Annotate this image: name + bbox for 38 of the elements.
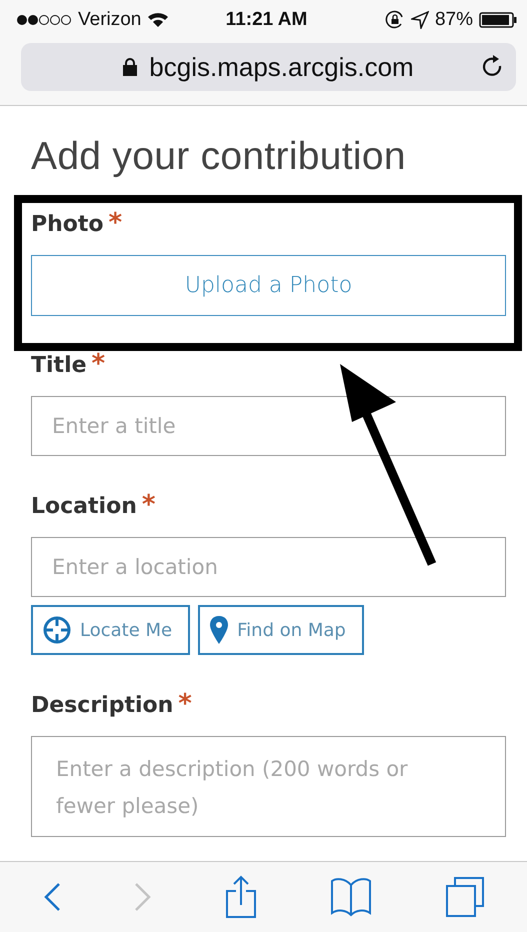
back-button[interactable] xyxy=(42,882,60,912)
required-mark: * xyxy=(92,349,106,379)
input-field[interactable]: Enter a title xyxy=(31,396,506,456)
book-icon xyxy=(330,877,372,917)
required-mark: * xyxy=(178,689,192,719)
tabs-icon xyxy=(444,876,484,918)
map-pin-icon xyxy=(209,615,230,645)
tabs-button[interactable] xyxy=(444,876,484,918)
forward-icon xyxy=(134,882,152,912)
lock-icon xyxy=(123,58,138,76)
location-arrow-icon xyxy=(410,11,429,29)
carrier-name: Verizon xyxy=(78,9,142,31)
share-icon xyxy=(224,875,256,919)
upload-photo-button[interactable]: Upload a Photo xyxy=(31,255,506,316)
battery-percent: 87% xyxy=(434,9,474,31)
bookmarks-button[interactable] xyxy=(330,877,372,917)
signal-icon xyxy=(16,14,72,26)
required-mark: * xyxy=(142,490,156,520)
battery-icon xyxy=(479,12,518,28)
back-icon xyxy=(42,882,60,912)
crosshair-icon xyxy=(42,615,72,645)
page-heading: Add your contribution xyxy=(31,135,407,179)
input-field[interactable]: Enter a location xyxy=(31,537,506,597)
find-on-map-button[interactable]: Find on Map xyxy=(198,605,364,655)
textarea-field[interactable]: Enter a description (200 words or fewer please) xyxy=(31,736,506,837)
field-label: Location xyxy=(31,493,137,521)
reload-icon[interactable] xyxy=(482,55,504,79)
clock-time: 11:21 AM xyxy=(226,9,308,31)
required-mark: * xyxy=(108,208,122,238)
rotation-lock-icon xyxy=(384,10,405,30)
locate-me-button[interactable]: Locate Me xyxy=(31,605,190,655)
wifi-icon xyxy=(147,12,170,28)
address-bar[interactable]: bcgis.maps.arcgis.com xyxy=(21,43,516,91)
share-button[interactable] xyxy=(224,875,256,919)
field-label: Photo xyxy=(31,211,104,239)
field-label: Description xyxy=(31,692,174,720)
field-label: Title xyxy=(31,352,87,380)
url-text: bcgis.maps.arcgis.com xyxy=(149,52,414,82)
